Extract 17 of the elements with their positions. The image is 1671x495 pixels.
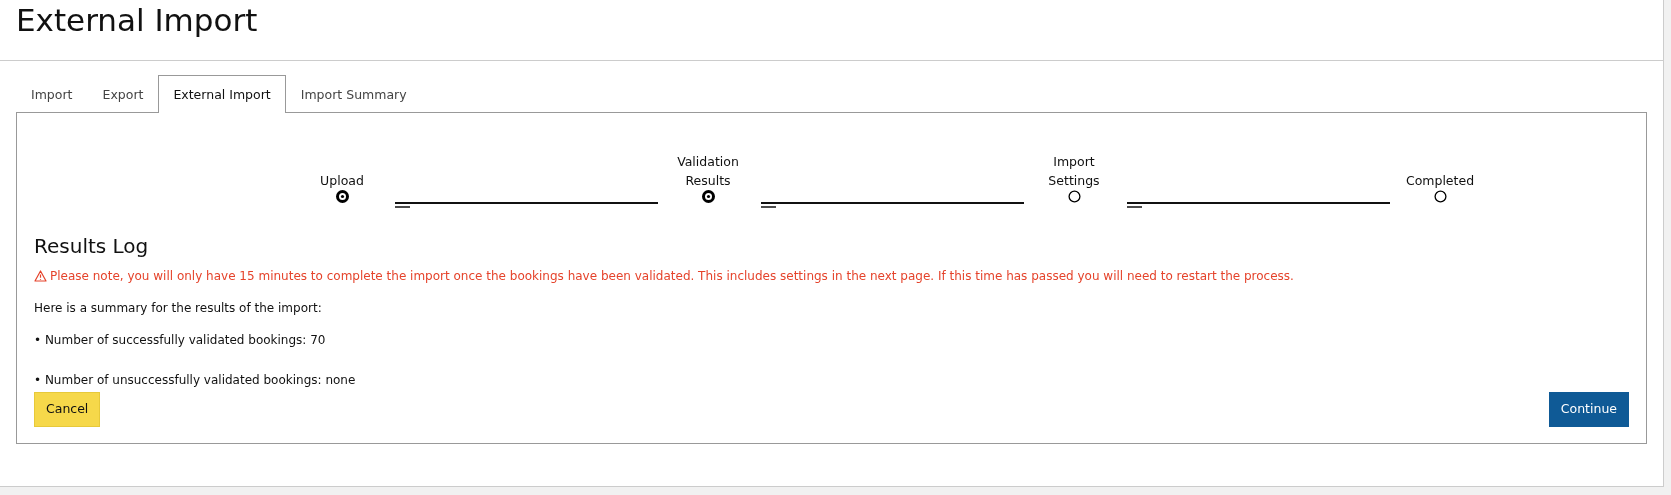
summary-intro: Here is a summary for the results of the import: — [34, 300, 323, 318]
warning-icon — [34, 270, 47, 283]
summary-item: • Number of unsuccessfully validated bookings: none — [34, 372, 357, 390]
cancel-button[interactable]: Cancel — [34, 392, 101, 427]
tab[interactable]: External Import — [158, 75, 286, 113]
step-label: Completed — [1405, 171, 1475, 190]
summary-item: • Number of successfully validated bookings: 70 — [34, 332, 327, 350]
tab[interactable]: Import Summary — [285, 75, 422, 113]
continue-button[interactable]: Continue — [1548, 392, 1629, 427]
step-label: Upload — [320, 171, 364, 190]
step-label: Import Settings — [1047, 152, 1101, 190]
page-title: External Import — [16, 2, 259, 40]
step-label: Validation Results — [676, 152, 740, 190]
tab[interactable]: Export — [87, 75, 159, 113]
warning-text: Please note, you will only have 15 minutes to complete the import once the bookings have been validated. This includes settings in the next page. If this time has passed you will need to restart the process. — [50, 268, 1294, 286]
tab[interactable]: Import — [16, 75, 88, 113]
section-heading: Results Log — [34, 233, 150, 261]
